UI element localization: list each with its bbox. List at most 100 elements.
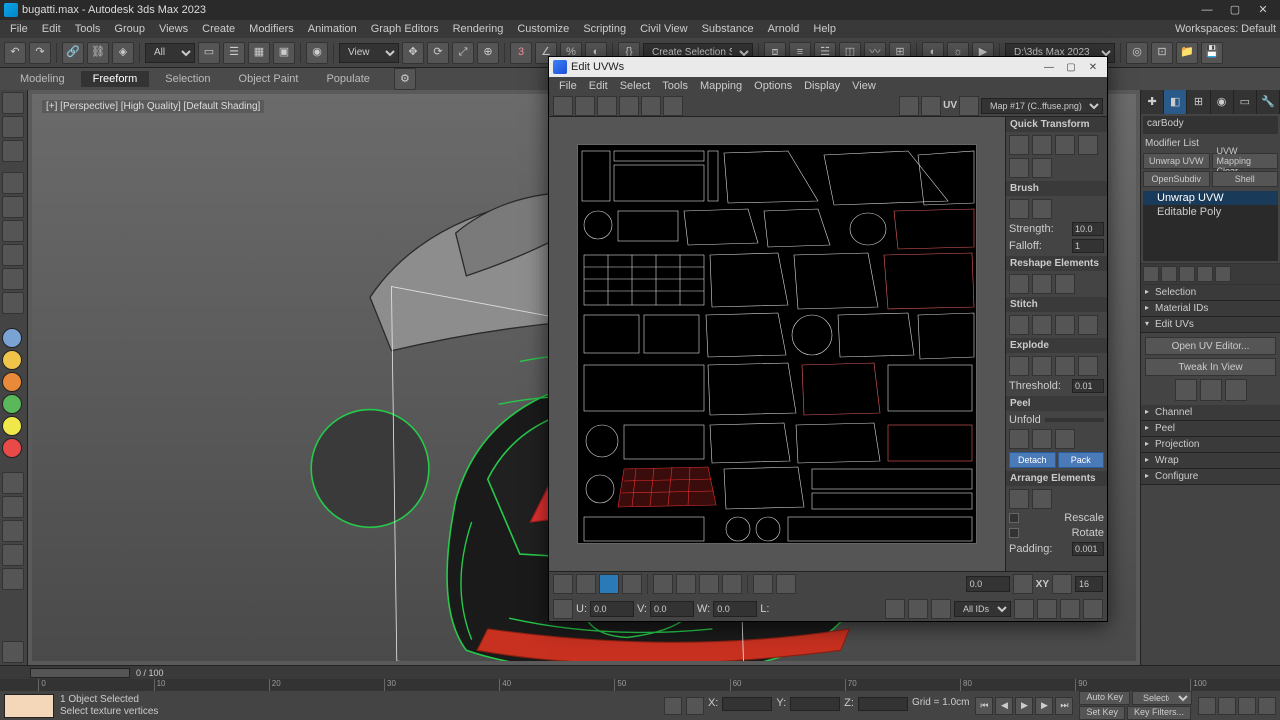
uv-filter-button[interactable] (908, 599, 928, 619)
cp-tab-utilities[interactable]: 🔧 (1257, 90, 1280, 114)
uv-rotate-check[interactable] (1009, 528, 1019, 538)
uv-menu-tools[interactable]: Tools (656, 78, 694, 94)
uv-freeform-button[interactable] (619, 96, 639, 116)
viewport-orbit-button[interactable] (1238, 697, 1256, 715)
ribbon-freeform[interactable]: Freeform (81, 71, 150, 87)
uv-soft-sel[interactable] (653, 574, 673, 594)
menu-edit[interactable]: Edit (36, 21, 67, 37)
placement-button[interactable]: ⊕ (477, 42, 499, 64)
scene-explorer-button[interactable] (2, 116, 24, 138)
uv-menu-options[interactable]: Options (748, 78, 798, 94)
uv-scale-button[interactable] (597, 96, 617, 116)
color-green[interactable] (2, 394, 22, 414)
uv-space-v-button[interactable] (1078, 135, 1098, 155)
sphere-button[interactable] (2, 520, 24, 542)
uv-straighten-button[interactable] (1009, 274, 1029, 294)
uv-v-input[interactable] (650, 601, 694, 617)
select-object-button[interactable]: ▭ (198, 42, 220, 64)
quick-planar-button[interactable] (1175, 379, 1197, 401)
z-coord-input[interactable] (858, 697, 908, 711)
uv-stitch-sel-button[interactable] (1009, 315, 1029, 335)
pin-stack-button[interactable] (1143, 266, 1159, 282)
ribbon-modeling[interactable]: Modeling (8, 71, 77, 87)
isolate-toggle[interactable] (664, 697, 682, 715)
uv-peel-hdr[interactable]: Peel (1006, 396, 1107, 411)
uv-arrange1-button[interactable] (1009, 489, 1029, 509)
link-button[interactable]: 🔗 (62, 42, 84, 64)
selection-region-button[interactable]: ▦ (248, 42, 270, 64)
remove-modifier-button[interactable] (1197, 266, 1213, 282)
uv-rot-button[interactable] (1013, 574, 1033, 594)
uv-break-button[interactable] (1009, 356, 1029, 376)
quick-btn-unwrap[interactable]: Unwrap UVW (1143, 153, 1210, 169)
uv-menu-edit[interactable]: Edit (583, 78, 614, 94)
viewport-layout-button[interactable] (2, 92, 24, 114)
camera-button[interactable] (2, 568, 24, 590)
section-peel[interactable]: Peel (1141, 421, 1280, 437)
uv-arrange2-button[interactable] (1032, 489, 1052, 509)
section-wrap[interactable]: Wrap (1141, 453, 1280, 469)
menu-help[interactable]: Help (807, 21, 842, 37)
uv-grid-snap[interactable] (1052, 574, 1072, 594)
uv-weld-button[interactable] (1032, 356, 1052, 376)
window-close[interactable]: ✕ (1250, 2, 1276, 18)
section-projection[interactable]: Projection (1141, 437, 1280, 453)
utilities-panel-button[interactable] (2, 292, 24, 314)
uv-stitch-src-button[interactable] (1055, 315, 1075, 335)
ribbon-selection[interactable]: Selection (153, 71, 222, 87)
uv-titlebar[interactable]: Edit UVWs — ▢ ✕ (549, 57, 1107, 77)
key-filter-select[interactable]: Selected (1132, 691, 1192, 705)
uv-menu-mapping[interactable]: Mapping (694, 78, 748, 94)
menu-group[interactable]: Group (108, 21, 151, 37)
ribbon-options[interactable]: ⚙ (394, 68, 416, 90)
uv-rotate-cw-button[interactable] (1032, 158, 1052, 178)
menu-substance[interactable]: Substance (696, 21, 760, 37)
cp-tab-motion[interactable]: ◉ (1211, 90, 1234, 114)
open-file-button[interactable]: 📁 (1176, 42, 1198, 64)
open-ae-button[interactable]: ◎ (1126, 42, 1148, 64)
ribbon-object-paint[interactable]: Object Paint (227, 71, 311, 87)
create-panel-button[interactable] (2, 172, 24, 194)
selection-lock-toggle[interactable] (686, 697, 704, 715)
uv-stitch-avg-button[interactable] (1032, 315, 1052, 335)
uv-peel1-button[interactable] (1009, 429, 1029, 449)
set-key-button[interactable]: Set Key (1079, 706, 1125, 720)
modifier-unwrap-uvw[interactable]: Unwrap UVW (1143, 191, 1278, 205)
section-edit-uvs[interactable]: Edit UVs (1141, 317, 1280, 333)
quick-btn-opensubdiv[interactable]: OpenSubdiv (1143, 171, 1210, 187)
modify-panel-button[interactable] (2, 196, 24, 218)
uv-strength-input[interactable] (1072, 222, 1104, 236)
uv-close[interactable]: ✕ (1083, 60, 1103, 74)
color-lime[interactable] (2, 416, 22, 436)
uv-w-input[interactable] (713, 601, 757, 617)
uv-brush-relax-button[interactable] (1032, 199, 1052, 219)
uv-brush-paint-button[interactable] (1009, 199, 1029, 219)
uv-rescale-check[interactable] (1009, 513, 1019, 523)
time-slider[interactable] (30, 668, 130, 678)
move-button[interactable]: ✥ (402, 42, 424, 64)
quick-btn-shell[interactable]: Shell (1212, 171, 1279, 187)
scale-button[interactable]: ⤢ (452, 42, 474, 64)
uv-map-select[interactable]: Map #17 (C..ffuse.png) (981, 98, 1103, 114)
section-material-ids[interactable]: Material IDs (1141, 301, 1280, 317)
x-coord-input[interactable] (722, 697, 772, 711)
quick-btn-uvw-clear[interactable]: UVW Mapping Clear (1212, 153, 1279, 169)
uv-padding-input[interactable] (1072, 542, 1104, 556)
goto-end-button[interactable]: ⏭ (1055, 697, 1073, 715)
uv-u-input[interactable] (590, 601, 634, 617)
uv-pan-button[interactable] (1014, 599, 1034, 619)
undo-button[interactable]: ↶ (4, 42, 26, 64)
modifier-stack[interactable]: Unwrap UVW Editable Poly (1143, 191, 1278, 261)
color-orange[interactable] (2, 372, 22, 392)
object-name-field[interactable]: carBody (1143, 116, 1278, 134)
timeline-ruler[interactable]: 0 10 20 30 40 50 60 70 80 90 100 (0, 679, 1280, 691)
uv-peel2-button[interactable] (1032, 429, 1052, 449)
uv-pack-button[interactable]: Pack (1058, 452, 1105, 468)
section-channel[interactable]: Channel (1141, 405, 1280, 421)
menu-scripting[interactable]: Scripting (577, 21, 632, 37)
snap-toggle-button[interactable]: 3 (510, 42, 532, 64)
show-end-result-button[interactable] (1161, 266, 1177, 282)
uv-flatten-button[interactable] (1055, 274, 1075, 294)
unlink-button[interactable]: ⛓ (87, 42, 109, 64)
display-panel-button[interactable] (2, 268, 24, 290)
